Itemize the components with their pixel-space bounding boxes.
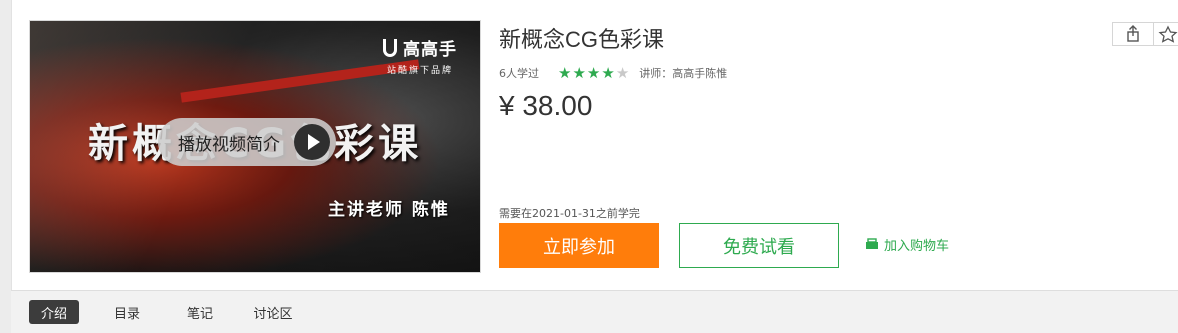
favorite-button[interactable] <box>1154 22 1178 46</box>
share-button[interactable] <box>1112 22 1154 46</box>
brand-subtitle: 站酷旗下品牌 <box>386 66 453 76</box>
tab-notes[interactable]: 笔记 <box>176 300 224 324</box>
rating-stars: ★ ★ ★ ★ ★ <box>558 63 630 82</box>
tab-discussion[interactable]: 讨论区 <box>247 300 299 324</box>
course-tab-bar: 介绍 目录 笔记 讨论区 <box>11 290 1178 333</box>
tab-intro[interactable]: 介绍 <box>29 300 79 324</box>
course-price: ¥ 38.00 <box>499 90 593 121</box>
instructor-name: 讲师：高高手陈惟 <box>639 67 728 80</box>
brand-name: 高高手 <box>403 40 457 60</box>
learner-count: 6人学过 <box>499 67 539 80</box>
cover-teacher: 主讲老师 陈惟 <box>328 200 450 220</box>
deadline-text: 需要在2021-01-31之前学完 <box>499 207 640 220</box>
tab-catalog[interactable]: 目录 <box>103 300 151 324</box>
cover-brand-logo: 高高手 站酷旗下品牌 <box>383 35 457 76</box>
course-title: 新概念CG色彩课 <box>499 27 665 52</box>
free-trial-button[interactable]: 免费试看 <box>679 223 839 268</box>
star-filled-icon: ★ <box>558 63 572 82</box>
share-icon <box>1127 25 1139 42</box>
add-to-cart-label: 加入购物车 <box>884 238 950 254</box>
course-cover-image[interactable]: 高高手 站酷旗下品牌 新概念CG色彩课 主讲老师 陈惟 播放视频简介 <box>29 20 481 273</box>
play-intro-label: 播放视频简介 <box>178 134 280 155</box>
cart-icon <box>866 238 878 249</box>
join-now-button[interactable]: 立即参加 <box>499 223 659 268</box>
play-intro-video-button[interactable]: 播放视频简介 <box>158 118 336 166</box>
add-to-cart-link[interactable]: 加入购物车 <box>865 236 950 254</box>
course-meta: 6人学过 ★ ★ ★ ★ ★ 讲师：高高手陈惟 <box>499 65 727 81</box>
star-filled-icon: ★ <box>586 63 601 82</box>
play-icon[interactable] <box>294 124 330 160</box>
star-filled-icon: ★ <box>572 63 586 82</box>
star-empty-icon: ★ <box>615 63 630 82</box>
brand-mark-icon <box>383 38 397 57</box>
star-filled-icon: ★ <box>601 63 615 82</box>
star-icon <box>1158 25 1178 43</box>
